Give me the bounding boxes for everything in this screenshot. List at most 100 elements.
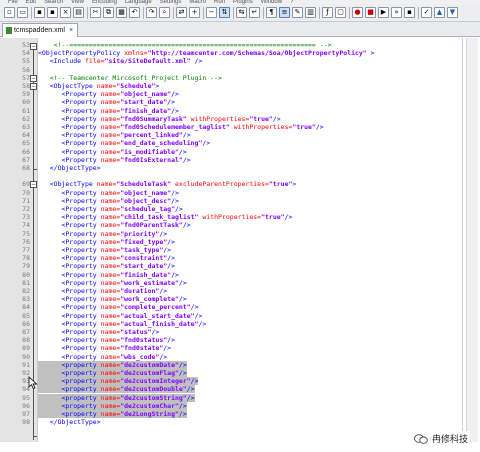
code-line[interactable]: 83 <Property name="work_complete"/> xyxy=(22,295,466,303)
code-line[interactable]: 63 <Property name="fnd0Schedulemember_ta… xyxy=(22,123,466,131)
code-editor[interactable]: 53 <!--=================================… xyxy=(22,38,466,442)
zoom-in-icon[interactable]: + xyxy=(189,7,200,18)
sync-vertical-icon[interactable]: ⇅ xyxy=(219,7,230,18)
code-line[interactable]: 70 <Property name="object_name"/> xyxy=(22,189,466,197)
code-line[interactable]: 78 <Property name="constraint"/> xyxy=(22,254,466,262)
line-text: <Property name="actual_start_date"/> xyxy=(38,312,202,320)
code-line[interactable]: 77 <Property name="task_type"/> xyxy=(22,246,466,254)
line-number: 55 xyxy=(22,57,30,66)
code-line[interactable]: 79 <Property name="start_date"/> xyxy=(22,262,466,270)
run-macro-multiple-icon[interactable]: » xyxy=(391,7,402,18)
code-line[interactable]: 91 <property name="de2customDate"/> xyxy=(22,360,466,369)
code-line[interactable]: 84 <Property name="complete_percent"/> xyxy=(22,303,466,311)
code-line[interactable]: 98 </ObjectType> xyxy=(22,418,466,427)
code-line[interactable]: 64 <Property name="percent_linked"/> xyxy=(22,131,466,139)
code-line[interactable]: 53 <!--=================================… xyxy=(22,41,466,49)
code-line[interactable]: 80 <Property name="finish_date"/> xyxy=(22,271,466,279)
code-line[interactable]: 90 <Property name="wbs_code"/> xyxy=(22,353,466,361)
code-line[interactable]: 82 <Property name="duration"/> xyxy=(22,287,466,295)
fold-toggle-icon[interactable]: − xyxy=(30,75,37,82)
tag-token: <Property xyxy=(38,98,101,107)
code-line[interactable]: 85 <Property name="actual_start_date"/> xyxy=(22,312,466,320)
code-line[interactable]: 71 <Property name="object_desc"/> xyxy=(22,197,466,205)
code-line[interactable]: 72 <Property name="schedule_tag"/> xyxy=(22,205,466,213)
code-line[interactable]: 75 <Property name="priority"/> xyxy=(22,230,466,238)
code-line[interactable]: 60 <Property name="start_date"/> xyxy=(22,98,466,107)
language-icon[interactable]: ✎ xyxy=(292,7,303,18)
code-line[interactable]: 68 </ObjectType> xyxy=(22,164,466,172)
code-line[interactable]: 65 <Property name="end_date_scheduling"/… xyxy=(22,139,466,147)
code-line[interactable]: 73 <Property name="child_task_taglist" w… xyxy=(22,213,466,221)
word-wrap-icon[interactable]: ↵ xyxy=(249,7,260,18)
code-line[interactable]: 56 xyxy=(22,66,466,74)
fold-toggle-icon[interactable]: − xyxy=(30,181,37,188)
doc-map-icon[interactable]: ▥ xyxy=(305,7,316,18)
attribute-token: name= xyxy=(100,221,121,230)
print-icon[interactable]: ▤ xyxy=(73,7,84,18)
code-line[interactable]: 61 <Property name="finish_date"/> xyxy=(22,107,466,115)
vertical-scrollbar[interactable] xyxy=(466,38,478,442)
tag-token: /> xyxy=(178,410,187,418)
redo-icon[interactable]: ↷ xyxy=(146,7,157,18)
code-line[interactable]: 57 <!-- Teamcenter Mircosoft Project Plu… xyxy=(22,74,466,82)
line-number: 67 xyxy=(22,155,30,164)
code-line[interactable]: 74 <Property name="fnd0ParentTask"/> xyxy=(22,221,466,230)
code-line[interactable]: 76 <Property name="fixed_type"/> xyxy=(22,238,466,246)
column-down-icon[interactable]: ▼ xyxy=(447,7,458,18)
code-line[interactable] xyxy=(38,172,466,180)
line-number: 62 xyxy=(22,114,30,123)
save-all-icon[interactable]: ▪ xyxy=(47,7,58,18)
save-macro-icon[interactable]: ▪ xyxy=(404,7,415,18)
function-list-icon[interactable]: ƒ xyxy=(322,7,333,18)
open-file-icon[interactable]: ▭ xyxy=(17,7,28,18)
save-icon[interactable]: ▪ xyxy=(34,7,45,18)
play-macro-icon[interactable]: ▶ xyxy=(378,7,389,18)
column-up-icon[interactable]: ▲ xyxy=(434,7,445,18)
code-line[interactable]: 87 <Property name="status"/> xyxy=(22,328,466,336)
code-line[interactable]: 96 <property name="de2customChar"/> xyxy=(22,401,466,410)
code-line[interactable]: 89 <Property name="fnd0state"/> xyxy=(22,344,466,352)
fold-toggle-icon[interactable]: − xyxy=(30,83,37,90)
attribute-token: name= xyxy=(100,311,121,320)
code-line[interactable]: 55 <Include file="site/SiteDefault.xml" … xyxy=(22,57,466,65)
code-line[interactable]: 54 <ObjectPropertyPolicy xmlns="http://te… xyxy=(22,49,466,57)
replace-icon[interactable]: ⇄ xyxy=(176,7,187,18)
code-line[interactable]: 58 <ObjectType name="Schedule"> xyxy=(22,82,466,90)
stop-macro-icon[interactable]: ■ xyxy=(365,7,376,18)
copy-icon[interactable]: ⧉ xyxy=(103,7,114,18)
code-line[interactable]: 62 <Property name="fnd0SummaryTask" with… xyxy=(22,115,466,123)
watermark-text: 冉修科技 xyxy=(431,435,468,445)
find-icon[interactable]: ⌕ xyxy=(159,7,170,18)
undo-icon[interactable]: ↶ xyxy=(129,7,140,18)
folder-workspace-icon[interactable]: ▢ xyxy=(335,7,346,18)
indent-guide-icon[interactable]: ≡ xyxy=(279,7,290,18)
code-line[interactable]: 94 <property name="de2customDouble"/> xyxy=(22,385,466,394)
record-macro-icon[interactable]: ● xyxy=(352,7,363,18)
line-text: <property name="de2customDate"/> xyxy=(38,360,187,369)
line-text: <Property name="fnd0SummaryTask" withPro… xyxy=(38,115,280,123)
code-line[interactable]: 86 <Property name="actual_finish_date"/> xyxy=(22,320,466,328)
fold-toggle-icon[interactable]: − xyxy=(30,43,37,50)
spell-check-icon[interactable]: ✓ xyxy=(421,7,432,18)
code-line[interactable]: 66 <Property name="is_modifiable"/> xyxy=(22,148,466,156)
code-line[interactable]: 69 <ObjectType name="ScheduleTask" exclu… xyxy=(22,180,466,188)
cut-icon[interactable]: ✂ xyxy=(90,7,101,18)
sync-horizontal-icon[interactable]: ⇆ xyxy=(236,7,247,18)
line-number: 58 xyxy=(22,82,30,90)
code-line[interactable]: 93 <property name="de2customInteger"/> xyxy=(22,377,466,386)
new-file-icon[interactable]: ▫ xyxy=(4,7,15,18)
code-line[interactable]: 59 <Property name="object_name"/> xyxy=(22,90,466,98)
code-line[interactable]: 88 <Property name="fnd0status"/> xyxy=(22,336,466,344)
code-line[interactable]: 97 <property name="de2LongString"/> xyxy=(22,410,466,418)
zoom-out-icon[interactable]: − xyxy=(206,7,217,18)
paste-icon[interactable]: ▦ xyxy=(116,7,127,18)
code-line[interactable]: 67 <Property name="fnd0IsExternal"/> xyxy=(22,156,466,164)
code-line[interactable]: 95 <property name="de2customString"/> xyxy=(22,393,466,402)
close-icon[interactable]: × xyxy=(60,7,71,18)
tag-token: </ObjectType> xyxy=(38,418,101,427)
tab-tcmspadden-xml[interactable]: tcmspadden.xml × xyxy=(2,23,79,37)
show-all-chars-icon[interactable]: ¶ xyxy=(266,7,277,18)
code-line[interactable]: 81 <Property name="work_estimate"/> xyxy=(22,279,466,287)
tab-close-icon[interactable]: × xyxy=(69,27,73,34)
code-line[interactable]: 92 <property name="de2customFlag"/> xyxy=(22,369,466,377)
